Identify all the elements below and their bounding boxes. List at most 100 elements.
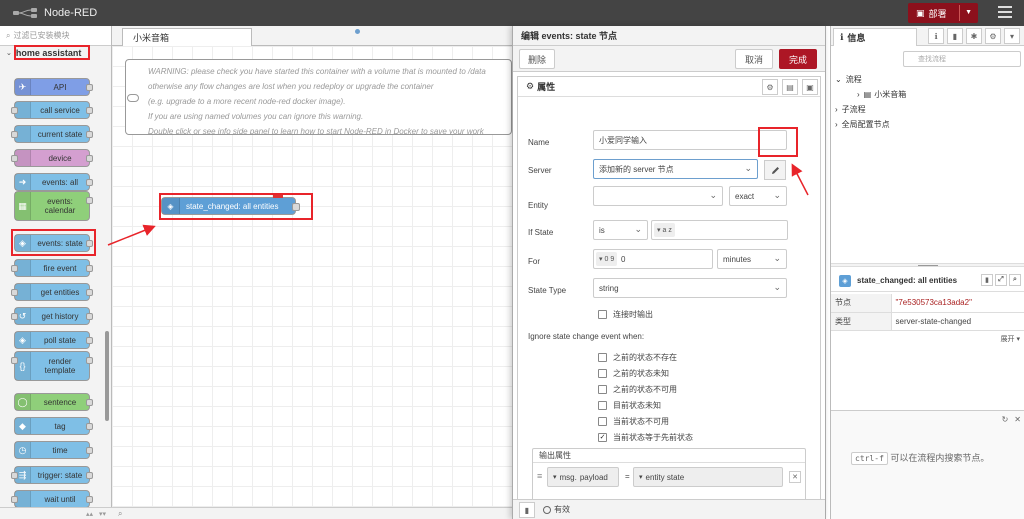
- debug-bug-icon[interactable]: ✱: [966, 28, 982, 44]
- info-tab-icon[interactable]: ℹ: [928, 28, 944, 44]
- deploy-dropdown-icon[interactable]: ▼: [965, 9, 972, 16]
- palette-node[interactable]: get entities: [11, 283, 93, 301]
- output-port: [86, 289, 93, 296]
- for-value-input[interactable]: ▾ 0 9 0: [593, 249, 713, 269]
- comment-node[interactable]: WARNING: please check you have started t…: [125, 59, 512, 135]
- node-help-book-icon[interactable]: ▮: [981, 274, 993, 286]
- palette-node[interactable]: current state: [11, 125, 93, 143]
- search-icon[interactable]: ⌕: [1009, 274, 1021, 286]
- palette-node[interactable]: wait until: [11, 490, 93, 508]
- edit-server-pencil-icon[interactable]: [764, 160, 786, 180]
- output-property-name-input[interactable]: ▾ msg. payload: [547, 467, 619, 487]
- palette-node[interactable]: ↺ get history: [11, 307, 93, 325]
- sidebar-menu-chevron-down-icon[interactable]: ▾: [1004, 28, 1020, 44]
- checkbox[interactable]: [598, 385, 607, 394]
- enabled-toggle[interactable]: 有效: [543, 504, 570, 515]
- ignore-option-row[interactable]: 之前的状态不存在: [598, 352, 677, 363]
- help-book-icon[interactable]: ▮: [947, 28, 963, 44]
- tab-flow[interactable]: 小米音箱: [122, 28, 252, 46]
- palette-node-label: device: [48, 153, 72, 163]
- sidebar-splitter[interactable]: [831, 263, 1024, 267]
- property-value-node-id[interactable]: "7e530573ca13ada2": [891, 294, 1024, 313]
- main-menu-icon[interactable]: [998, 6, 1012, 20]
- output-field: payload: [579, 472, 608, 482]
- type-string-icon[interactable]: ▾ a z: [654, 223, 675, 237]
- deploy-button[interactable]: ▣ 部署 ▼: [908, 3, 978, 23]
- state-changed-icon: ◈: [162, 198, 180, 214]
- entity-input[interactable]: [593, 186, 723, 206]
- entity-match-select[interactable]: exact: [729, 186, 787, 206]
- settings-tab-gear-icon[interactable]: ⚙: [762, 79, 778, 95]
- ignore-option-row[interactable]: 当前状态不可用: [598, 416, 669, 427]
- palette-node[interactable]: ✈ API: [14, 78, 93, 96]
- ignore-option-row[interactable]: ✓ 当前状态等于先前状态: [598, 432, 693, 443]
- output-on-connect-checkbox[interactable]: [598, 310, 607, 319]
- collapse-all-icon[interactable]: ▴▴: [86, 510, 93, 518]
- palette-node[interactable]: ⇶ trigger: state: [11, 466, 93, 484]
- palette-node[interactable]: ◈ events: state: [14, 234, 93, 252]
- output-port[interactable]: [292, 203, 300, 211]
- checkbox[interactable]: [598, 401, 607, 410]
- close-icon[interactable]: ✕: [1014, 415, 1021, 424]
- checkbox[interactable]: [598, 353, 607, 362]
- checkbox[interactable]: [598, 369, 607, 378]
- zoom-search-icon[interactable]: ⌕: [118, 509, 122, 519]
- type-value-icon[interactable]: ▾: [639, 473, 643, 481]
- for-label: For: [528, 257, 540, 266]
- palette-node[interactable]: ◈ poll state: [14, 331, 93, 349]
- palette-search-input[interactable]: ⌕ 过滤已安装模块: [0, 26, 111, 46]
- type-number-icon[interactable]: ▾ 0 9: [596, 252, 618, 266]
- checkbox[interactable]: [598, 417, 607, 426]
- ignore-option-row[interactable]: 之前的状态不可用: [598, 384, 677, 395]
- palette-node[interactable]: ➜ events: all: [14, 173, 93, 191]
- tree-item[interactable]: › ▤ 小米音箱: [835, 87, 906, 102]
- if-state-operator-select[interactable]: is: [593, 220, 648, 240]
- checkbox-checked[interactable]: ✓: [598, 433, 607, 442]
- output-property-value-input[interactable]: ▾ entity state: [633, 467, 783, 487]
- cancel-button[interactable]: 取消: [735, 49, 773, 69]
- output-port: [86, 447, 93, 454]
- output-on-connect-checkbox-row[interactable]: 连接时输出: [598, 309, 653, 320]
- tab-info[interactable]: ℹ 信息: [833, 28, 917, 46]
- drag-handle-icon[interactable]: ≡: [537, 471, 542, 481]
- ignore-option-row[interactable]: 之前的状态未知: [598, 368, 669, 379]
- expand-label: 展开: [1000, 336, 1015, 343]
- name-input[interactable]: 小爱同学输入: [593, 130, 787, 150]
- type-msg-icon[interactable]: ▾: [553, 473, 557, 481]
- palette-node-label: fire event: [43, 263, 77, 273]
- palette-category-header[interactable]: ⌄ home assistant: [0, 46, 111, 60]
- if-state-value-input[interactable]: ▾ a z: [651, 220, 788, 240]
- tree-item[interactable]: › 子流程: [835, 102, 906, 117]
- node-help-book-icon[interactable]: ▮: [519, 502, 535, 518]
- server-select[interactable]: 添加新的 server 节点: [593, 159, 758, 179]
- reveal-node-icon[interactable]: ⤢: [995, 274, 1007, 286]
- palette-node[interactable]: fire event: [11, 259, 93, 277]
- ignore-option-row[interactable]: 目前状态未知: [598, 400, 661, 411]
- palette-node[interactable]: ◆ tag: [14, 417, 93, 435]
- palette-node[interactable]: ◯ sentence: [14, 393, 93, 411]
- refresh-tip-icon[interactable]: ↻: [1002, 415, 1009, 424]
- palette-node[interactable]: ▦ events: calendar: [14, 191, 93, 221]
- flow-node-state-changed[interactable]: ◈ state_changed: all entities: [161, 193, 300, 215]
- palette-node[interactable]: device: [11, 149, 93, 167]
- expand-toggle[interactable]: 展开 ▾: [1001, 334, 1020, 344]
- palette-node[interactable]: call service: [11, 101, 93, 119]
- flow-canvas[interactable]: WARNING: please check you have started t…: [112, 46, 512, 519]
- appearance-tab-icon[interactable]: ▣: [802, 79, 818, 95]
- sidebar-search-input[interactable]: 查找流程: [903, 51, 1021, 67]
- done-button[interactable]: 完成: [779, 49, 817, 69]
- state-type-select[interactable]: string: [593, 278, 787, 298]
- tree-item[interactable]: › 全局配置节点: [835, 117, 906, 132]
- server-label: Server: [528, 166, 552, 175]
- remove-row-close-icon[interactable]: ✕: [789, 471, 801, 483]
- config-gear-icon[interactable]: ⚙: [985, 28, 1001, 44]
- palette-node[interactable]: {} render template: [11, 351, 93, 381]
- palette-scrollbar[interactable]: [105, 331, 109, 421]
- for-unit-select[interactable]: minutes: [717, 249, 787, 269]
- expand-all-icon[interactable]: ▾▾: [99, 510, 106, 518]
- palette-node[interactable]: ◷ time: [14, 441, 93, 459]
- deploy-icon: ▣: [916, 7, 925, 18]
- description-tab-file-icon[interactable]: ▤: [782, 79, 798, 95]
- tree-item[interactable]: ⌄ 流程: [835, 72, 906, 87]
- delete-button[interactable]: 删除: [519, 49, 555, 69]
